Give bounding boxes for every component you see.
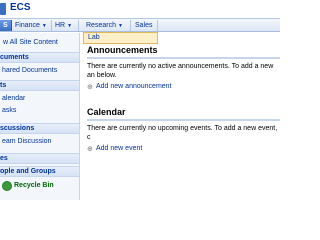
- calendar-divider: [87, 119, 280, 121]
- tab-hr[interactable]: HR ▼: [52, 20, 79, 31]
- tab-home-label: S: [3, 22, 8, 29]
- nav-item-shared-documents[interactable]: hared Documents: [2, 67, 57, 74]
- chevron-down-icon: ▼: [117, 23, 123, 29]
- nav-item-calendar[interactable]: alendar: [2, 95, 25, 102]
- announcements-web-part: Announcements There are currently no act…: [87, 45, 280, 92]
- tab-hr-label: HR: [55, 22, 66, 29]
- research-dropdown-menu: Lab: [83, 32, 158, 44]
- tab-sales-label: Sales: [135, 22, 153, 29]
- quick-launch: w All Site Content cuments hared Documen…: [0, 33, 80, 200]
- nav-item-tasks[interactable]: asks: [2, 107, 16, 114]
- calendar-title[interactable]: Calendar: [87, 107, 280, 118]
- tab-home[interactable]: S: [0, 20, 12, 31]
- calendar-web-part: Calendar There are currently no upcoming…: [87, 107, 280, 154]
- calendar-empty-text: There are currently no upcoming events. …: [87, 125, 278, 141]
- nav-heading-sites[interactable]: es: [0, 153, 79, 164]
- tab-research[interactable]: Research ▼: [83, 20, 131, 31]
- site-header: ECS: [0, 0, 280, 18]
- tab-sales[interactable]: Sales: [132, 20, 158, 31]
- announcements-empty-text: There are currently no active announceme…: [87, 63, 274, 79]
- view-all-site-content-link[interactable]: w All Site Content: [3, 39, 58, 46]
- recycle-bin-link[interactable]: Recycle Bin: [14, 182, 54, 189]
- add-new-event-link[interactable]: Add new event: [96, 145, 142, 152]
- add-icon: ⊕: [87, 146, 93, 153]
- nav-item-team-discussion[interactable]: eam Discussion: [2, 138, 51, 145]
- nav-heading-people-and-groups[interactable]: ople and Groups: [0, 166, 79, 177]
- add-new-event[interactable]: ⊕ Add new event: [87, 145, 280, 154]
- nav-heading-lists[interactable]: ts: [0, 80, 79, 91]
- add-icon: ⊕: [87, 84, 93, 91]
- nav-heading-discussions[interactable]: scussions: [0, 123, 79, 134]
- add-new-announcement[interactable]: ⊕ Add new announcement: [87, 83, 280, 92]
- tab-research-label: Research: [86, 22, 116, 29]
- dropdown-item-lab[interactable]: Lab: [88, 34, 100, 41]
- nav-heading-documents[interactable]: cuments: [0, 52, 79, 63]
- chevron-down-icon: ▼: [41, 23, 47, 29]
- announcements-title[interactable]: Announcements: [87, 45, 280, 56]
- recycle-bin-icon: [2, 181, 12, 191]
- announcements-divider: [87, 57, 280, 59]
- site-logo-icon: [0, 3, 6, 15]
- top-navigation: S Finance ▼ HR ▼ Research ▼ Sales: [0, 18, 280, 32]
- site-title[interactable]: ECS: [10, 2, 31, 13]
- chevron-down-icon: ▼: [67, 23, 73, 29]
- tab-finance-label: Finance: [15, 22, 40, 29]
- add-new-announcement-link[interactable]: Add new announcement: [96, 83, 172, 90]
- tab-finance[interactable]: Finance ▼: [12, 20, 52, 31]
